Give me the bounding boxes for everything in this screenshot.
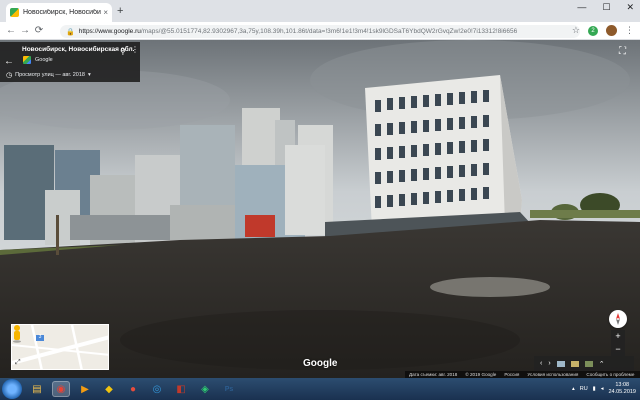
chevron-down-icon: ▾ <box>87 72 91 78</box>
taskbar-app-app-d[interactable]: ◈ <box>196 381 214 397</box>
timeline-label: Просмотр улиц — авг. 2018 <box>15 72 85 78</box>
exit-street-view-icon[interactable]: ← <box>4 56 14 67</box>
volume-icon[interactable]: ◂ <box>601 386 604 392</box>
minimize-button[interactable]: — <box>577 2 586 13</box>
language-indicator[interactable]: RU <box>580 386 588 392</box>
timeline-selector[interactable]: ◷ Просмотр улиц — авг. 2018 ▾ <box>6 71 91 79</box>
mini-map[interactable]: 3 ⤢ <box>11 324 109 370</box>
system-tray: ▴ RU ▮ ◂ 13:08 24.05.2019 <box>572 378 636 400</box>
report-problem-link[interactable]: Сообщить о проблеме <box>586 372 634 377</box>
app-a-icon: ◆ <box>105 383 113 395</box>
toolbar-right: ☆ 2 ⋮ <box>572 25 634 36</box>
zoom-control: + − <box>611 330 625 356</box>
tab-title: Новосибирск, Новосибирская обл. <box>23 9 101 16</box>
maps-favicon-icon <box>10 8 19 17</box>
attribution-bar: Дата съемки: авг. 2018 © 2019 Google Рос… <box>405 371 640 378</box>
explorer-icon: ▤ <box>32 383 42 395</box>
capture-date: Дата съемки: авг. 2018 <box>409 372 458 377</box>
pegman-icon <box>13 325 21 343</box>
chrome-menu-icon[interactable]: ⋮ <box>625 25 634 36</box>
route-badge: 3 <box>38 334 42 340</box>
camera-icon: ● <box>129 383 137 395</box>
clock-date: 24.05.2019 <box>608 389 636 395</box>
zoom-in-button[interactable]: + <box>611 330 625 343</box>
fullscreen-icon[interactable]: ⛶ <box>619 46 626 57</box>
location-pin-icon[interactable]: ⚲ <box>120 47 126 56</box>
extension-icon[interactable]: 2 <box>588 25 598 36</box>
system-clock[interactable]: 13:08 24.05.2019 <box>608 382 636 396</box>
network-icon[interactable]: ▮ <box>593 386 596 392</box>
copyright: © 2019 Google <box>465 372 497 377</box>
taskbar-app-app-a[interactable]: ◆ <box>100 381 118 397</box>
street-view-panorama[interactable]: ← Новосибирск, Новосибирская обл. Google… <box>0 40 640 378</box>
imagery-source: Google <box>35 57 53 63</box>
place-info-card: ← Новосибирск, Новосибирская обл. Google… <box>0 42 140 82</box>
taskbar-app-media-player[interactable]: ▶ <box>76 381 94 397</box>
taskbar-app-photoshop[interactable]: Ps <box>220 381 238 397</box>
app-b-icon: ◎ <box>152 383 162 395</box>
app-c-icon: ◧ <box>176 383 186 395</box>
browser-tab[interactable]: Новосибирск, Новосибирская обл. × <box>6 3 112 22</box>
thumbnail-1[interactable] <box>556 360 565 367</box>
previous-image-button[interactable]: ‹ <box>540 360 542 367</box>
expand-map-icon[interactable]: ⤢ <box>15 359 21 367</box>
tray-arrow-icon[interactable]: ▴ <box>572 386 575 392</box>
google-watermark: Google <box>303 358 338 369</box>
mini-map-roads <box>12 325 108 369</box>
thumbnail-3[interactable] <box>584 360 593 367</box>
forward-button[interactable]: → <box>18 25 32 36</box>
maximize-button[interactable]: ☐ <box>602 2 610 13</box>
taskbar-app-app-b[interactable]: ◎ <box>148 381 166 397</box>
compass-icon[interactable] <box>609 310 627 328</box>
clock-icon: ◷ <box>6 72 13 79</box>
address-bar[interactable]: 🔒 https://www.google.ru/maps/@55.0151774… <box>60 25 580 38</box>
more-options-icon[interactable]: ⋮ <box>131 46 139 54</box>
taskbar-apps: ▤ ◉ ▶ ◆ ● ◎ ◧ ◈ Ps <box>22 381 238 397</box>
taskbar-app-app-c[interactable]: ◧ <box>172 381 190 397</box>
chrome-icon: ◉ <box>56 383 66 395</box>
expand-up-icon[interactable]: ⌃ <box>599 360 605 368</box>
back-button[interactable]: ← <box>4 25 18 36</box>
tab-close-icon[interactable]: × <box>103 8 108 17</box>
reload-button[interactable]: ⟳ <box>32 25 46 36</box>
google-source-icon <box>23 56 31 64</box>
terms-link[interactable]: Условия использования <box>527 372 578 377</box>
tab-strip: Новосибирск, Новосибирская обл. × + — ☐ … <box>0 0 640 22</box>
new-tab-button[interactable]: + <box>117 5 123 17</box>
bookmark-star-icon[interactable]: ☆ <box>572 25 580 36</box>
zoom-out-button[interactable]: − <box>611 343 625 356</box>
next-image-button[interactable]: › <box>548 360 550 367</box>
profile-avatar[interactable] <box>606 25 617 36</box>
clock-time: 13:08 <box>615 382 630 388</box>
url-text: https://www.google.ru/maps/@55.0151774,8… <box>78 28 518 35</box>
imagery-strip: ‹ › ⌃ <box>534 356 634 371</box>
window-controls: — ☐ ✕ <box>577 2 634 13</box>
media-player-icon: ▶ <box>81 383 89 395</box>
place-title: Новосибирск, Новосибирская обл. <box>22 46 135 53</box>
browser-toolbar: ← → ⟳ 🔒 https://www.google.ru/maps/@55.0… <box>0 22 640 40</box>
taskbar-app-explorer[interactable]: ▤ <box>28 381 46 397</box>
app-d-icon: ◈ <box>201 383 209 395</box>
lock-icon: 🔒 <box>66 28 75 36</box>
close-window-button[interactable]: ✕ <box>626 2 634 13</box>
start-button[interactable] <box>2 379 22 399</box>
taskbar-app-chrome[interactable]: ◉ <box>52 381 70 397</box>
taskbar-app-camera[interactable]: ● <box>124 381 142 397</box>
thumbnail-2[interactable] <box>570 360 579 367</box>
region-link[interactable]: Россия <box>504 372 519 377</box>
windows-taskbar: ▤ ◉ ▶ ◆ ● ◎ ◧ ◈ Ps ▴ RU ▮ ◂ 13:08 24.05.2019 <box>0 378 640 400</box>
photoshop-icon: Ps <box>224 385 234 393</box>
